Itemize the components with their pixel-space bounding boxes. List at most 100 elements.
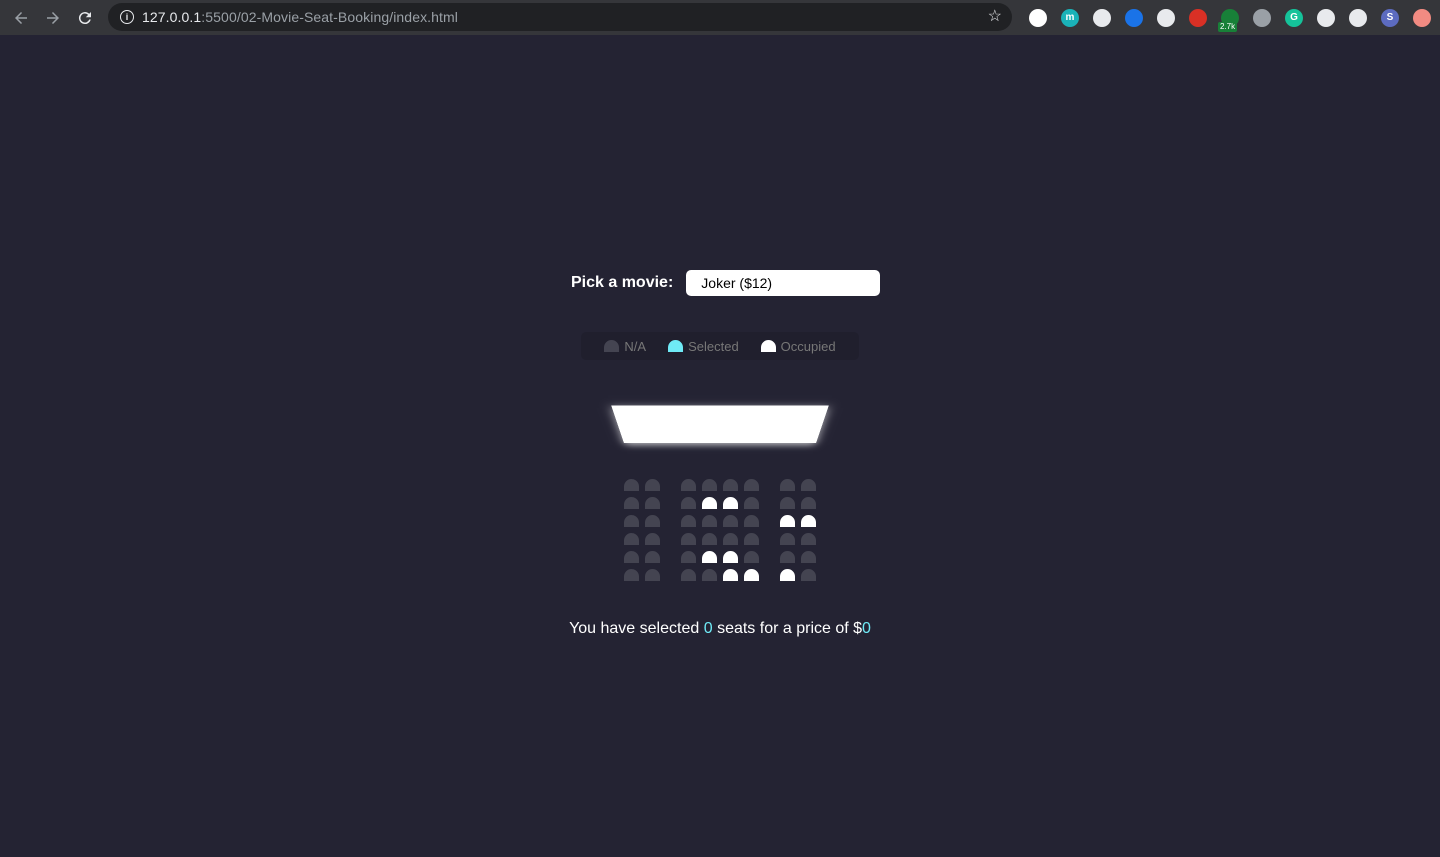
seat[interactable] (681, 479, 696, 491)
cloud-sync-extension-icon-glyph (1157, 8, 1175, 27)
profile-avatar[interactable]: S (1374, 2, 1406, 34)
seat[interactable] (744, 551, 759, 563)
browser-toolbar: i 127.0.0.1:5500/02-Movie-Seat-Booking/i… (0, 0, 1440, 35)
media-extension-icon-glyph (1349, 8, 1367, 27)
selected-count: 0 (703, 620, 713, 637)
seat[interactable] (702, 479, 717, 491)
seat-occupied (702, 497, 717, 509)
seat[interactable] (801, 551, 816, 563)
seat-map (624, 479, 824, 587)
seat[interactable] (744, 533, 759, 545)
seat[interactable] (681, 497, 696, 509)
movie-select[interactable]: Joker ($12) (686, 270, 881, 296)
summary-prefix: You have selected (569, 620, 700, 637)
seat[interactable] (702, 515, 717, 527)
seat[interactable] (702, 569, 717, 581)
seat-occupied (744, 569, 759, 581)
camera-extension-icon[interactable] (1246, 2, 1278, 34)
seat[interactable] (624, 479, 639, 491)
seat[interactable] (723, 479, 738, 491)
address-bar[interactable]: i 127.0.0.1:5500/02-Movie-Seat-Booking/i… (108, 3, 1012, 31)
arrow-left-icon (15, 11, 27, 24)
document-extension-icon-glyph (1093, 8, 1111, 27)
seat[interactable] (801, 533, 816, 545)
seat[interactable] (780, 479, 795, 491)
seat-occupied (801, 515, 816, 527)
seat[interactable] (744, 479, 759, 491)
seat-occupied (723, 497, 738, 509)
cloud-sync-extension-icon[interactable] (1150, 2, 1182, 34)
cinema-screen (611, 405, 829, 444)
total-price: 0 (862, 620, 871, 637)
seat-occupied (723, 569, 738, 581)
profile-avatar-glyph: S (1381, 8, 1399, 27)
seat-row (624, 569, 824, 581)
seat[interactable] (681, 533, 696, 545)
back-button[interactable] (5, 2, 37, 34)
seat[interactable] (645, 479, 660, 491)
seat[interactable] (645, 533, 660, 545)
update-icon[interactable] (1406, 2, 1438, 34)
seat[interactable] (780, 551, 795, 563)
arrow-right-icon (47, 11, 59, 24)
seat[interactable] (645, 497, 660, 509)
m-extension-icon[interactable]: m (1054, 2, 1086, 34)
url-text: 127.0.0.1:5500/02-Movie-Seat-Booking/ind… (142, 9, 459, 25)
seat[interactable] (744, 515, 759, 527)
reload-button[interactable] (69, 2, 101, 34)
cube-extension-icon[interactable] (1118, 2, 1150, 34)
legend-occupied-label: Occupied (780, 338, 836, 354)
seat[interactable] (645, 569, 660, 581)
grammarly-extension-icon-glyph: G (1285, 8, 1303, 27)
booking-summary: You have selected 0 seats for a price of… (0, 620, 1440, 638)
media-extension-icon[interactable] (1342, 2, 1374, 34)
seat[interactable] (624, 497, 639, 509)
reload-icon (78, 11, 91, 24)
seat[interactable] (624, 551, 639, 563)
seat-row (624, 515, 824, 527)
hand-extension-icon[interactable] (1182, 2, 1214, 34)
movie-container: Pick a movie: Joker ($12) (571, 270, 881, 296)
seat[interactable] (645, 551, 660, 563)
puzzle-extension-icon[interactable] (1310, 2, 1342, 34)
info-icon[interactable]: i (120, 10, 134, 24)
seat-occupied (780, 515, 795, 527)
seat[interactable] (780, 533, 795, 545)
seat-row (624, 533, 824, 545)
seat[interactable] (624, 533, 639, 545)
bookmark-star-icon[interactable]: ☆ (988, 8, 1002, 26)
seat[interactable] (681, 551, 696, 563)
camera-extension-icon-glyph (1253, 8, 1271, 27)
legend-selected-label: Selected (688, 338, 739, 354)
seat[interactable] (801, 479, 816, 491)
cube-extension-icon-glyph (1125, 8, 1143, 27)
seat-selected-icon (668, 340, 684, 352)
seat[interactable] (702, 533, 717, 545)
forward-button[interactable] (37, 2, 69, 34)
seat[interactable] (723, 533, 738, 545)
legend-na-label: N/A (624, 338, 647, 354)
seat[interactable] (624, 515, 639, 527)
legend-na: N/A (604, 339, 646, 354)
cloud-extension-icon[interactable] (1022, 2, 1054, 34)
seat[interactable] (801, 497, 816, 509)
update-icon-glyph (1413, 8, 1431, 27)
grammarly-extension-icon[interactable]: G (1278, 2, 1310, 34)
puzzle-extension-icon-glyph (1317, 8, 1335, 27)
seat-occupied (723, 551, 738, 563)
seat[interactable] (645, 515, 660, 527)
seat[interactable] (780, 497, 795, 509)
seat-occupied (780, 569, 795, 581)
seat[interactable] (801, 569, 816, 581)
hand-extension-icon-glyph (1189, 8, 1207, 27)
seat[interactable] (681, 515, 696, 527)
summary-middle: seats for a price of $ (717, 620, 863, 637)
seat[interactable] (744, 497, 759, 509)
extensions-bar: m 2.7k G S (1022, 0, 1438, 35)
cash-extension-icon[interactable]: 2.7k (1214, 2, 1246, 34)
seat[interactable] (624, 569, 639, 581)
seat[interactable] (723, 515, 738, 527)
seat-occupied-icon (760, 340, 776, 352)
seat[interactable] (681, 569, 696, 581)
document-extension-icon[interactable] (1086, 2, 1118, 34)
